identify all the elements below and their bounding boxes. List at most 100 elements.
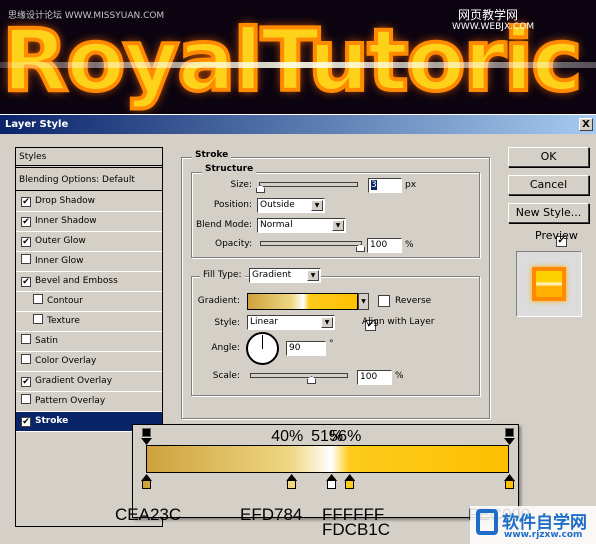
preview-swatch (532, 267, 566, 301)
opacity-label: Opacity: (215, 239, 252, 249)
size-label: Size: (230, 180, 252, 190)
style-select[interactable]: Linear ▼ (247, 315, 335, 330)
scale-label: Scale: (212, 371, 240, 381)
style-checkbox[interactable] (33, 294, 43, 304)
new-style-button[interactable]: New Style... (508, 203, 589, 223)
style-checkbox[interactable] (21, 394, 31, 404)
size-value: 3 (371, 180, 377, 190)
close-button[interactable]: X (579, 118, 593, 131)
opacity-value: 100 (370, 240, 388, 250)
fill-type-value: Gradient (252, 270, 292, 280)
style-checkbox[interactable]: ✔ (21, 237, 31, 247)
styles-header-label: Styles (19, 152, 47, 162)
style-item-label: Outer Glow (35, 236, 86, 246)
style-checkbox[interactable] (21, 334, 31, 344)
style-item-inner-shadow[interactable]: ✔ Inner Shadow (16, 212, 162, 232)
style-item-label: Pattern Overlay (35, 396, 106, 406)
style-item-label: Color Overlay (35, 356, 97, 366)
style-checkbox[interactable]: ✔ (21, 217, 31, 227)
watermark-url: www.rjzxw.com (504, 530, 583, 540)
color-stop[interactable] (286, 474, 298, 491)
scale-input[interactable]: 100 (357, 370, 392, 385)
style-item-gradient-overlay[interactable]: ✔ Gradient Overlay (16, 372, 162, 392)
scale-slider-thumb[interactable] (307, 376, 316, 384)
style-checkbox[interactable] (33, 314, 43, 324)
color-stop[interactable] (326, 474, 338, 491)
style-checkbox[interactable]: ✔ (21, 277, 31, 287)
color-hex-label: FDCB1C (322, 520, 391, 539)
stroke-title: Stroke (192, 150, 232, 160)
style-item-pattern-overlay[interactable]: Pattern Overlay (16, 392, 162, 412)
dialog-title: Layer Style (5, 119, 69, 130)
style-item-outer-glow[interactable]: ✔ Outer Glow (16, 232, 162, 252)
opacity-slider[interactable] (260, 241, 365, 252)
midpoint-label: 40% (271, 428, 304, 445)
gradient-label: Gradient: (197, 296, 240, 306)
blend-mode-select[interactable]: Normal ▼ (257, 218, 346, 233)
style-preview (516, 251, 582, 317)
styles-header[interactable]: Styles (16, 148, 162, 168)
opacity-stop[interactable] (504, 428, 515, 445)
style-checkbox[interactable]: ✔ (21, 197, 31, 207)
style-item-label: Texture (47, 316, 80, 326)
style-item-contour[interactable]: Contour (16, 292, 162, 312)
style-item-label: Stroke (35, 416, 69, 426)
style-item-label: Satin (35, 336, 58, 346)
color-stop[interactable] (344, 474, 356, 491)
chevron-down-icon: ▼ (311, 200, 323, 211)
fill-type-label: Fill Type: (200, 270, 245, 280)
style-item-label: Gradient Overlay (35, 376, 113, 386)
blend-mode-value: Normal (260, 220, 293, 230)
opacity-stop[interactable] (141, 428, 152, 445)
style-item-satin[interactable]: Satin (16, 332, 162, 352)
opacity-input[interactable]: 100 (367, 238, 402, 253)
style-item-label: Inner Glow (35, 256, 84, 266)
angle-input[interactable]: 90 (286, 341, 326, 356)
blending-options-item[interactable]: Blending Options: Default (16, 171, 162, 191)
angle-dial[interactable] (246, 332, 279, 365)
style-item-label: Contour (47, 296, 83, 306)
position-value: Outside (260, 200, 295, 210)
reverse-checkbox[interactable] (378, 295, 390, 307)
align-label: Align with Layer (362, 317, 435, 327)
gradient-picker-button[interactable]: ▼ (358, 293, 369, 310)
size-input[interactable]: 3 (368, 178, 402, 193)
position-select[interactable]: Outside ▼ (257, 198, 325, 213)
style-item-inner-glow[interactable]: Inner Glow (16, 252, 162, 272)
chevron-down-icon: ▼ (321, 317, 333, 328)
watermark-right: 网页教学网 (458, 8, 519, 22)
fill-type-select[interactable]: Gradient ▼ (249, 268, 321, 283)
angle-value: 90 (289, 343, 301, 353)
style-item-drop-shadow[interactable]: ✔ Drop Shadow (16, 192, 162, 212)
structure-title: Structure (202, 164, 257, 174)
dialog-titlebar: Layer Style X (0, 114, 596, 134)
watermark-right-url: WWW.WEBJX.COM (452, 22, 535, 32)
style-item-bevel-and-emboss[interactable]: ✔ Bevel and Emboss (16, 272, 162, 292)
style-item-color-overlay[interactable]: Color Overlay (16, 352, 162, 372)
style-item-label: Bevel and Emboss (35, 276, 118, 286)
watermark-mark (476, 509, 498, 535)
angle-needle (262, 335, 263, 349)
gradient-editor: 40% 51% 56% (132, 424, 519, 518)
color-stop[interactable] (141, 474, 152, 491)
angle-label: Angle: (211, 343, 240, 353)
gradient-bar[interactable] (146, 445, 509, 473)
angle-unit: ° (329, 339, 334, 349)
size-slider[interactable] (256, 182, 358, 193)
style-checkbox[interactable] (21, 354, 31, 364)
cancel-button[interactable]: Cancel (508, 175, 589, 195)
color-hex-label: EFD784 (240, 505, 303, 524)
color-stop[interactable] (504, 474, 515, 491)
chevron-down-icon: ▼ (307, 270, 319, 281)
ok-button[interactable]: OK (508, 147, 589, 167)
blending-options-label: Blending Options: Default (19, 175, 135, 185)
style-checkbox[interactable]: ✔ (21, 377, 31, 387)
style-item-texture[interactable]: Texture (16, 312, 162, 332)
watermark-logo: 软件自学网 www.rjzxw.com (470, 506, 596, 544)
scale-slider[interactable] (250, 373, 348, 384)
style-checkbox[interactable] (21, 254, 31, 264)
midpoint-label: 56% (329, 428, 362, 445)
style-checkbox[interactable]: ✔ (21, 417, 31, 427)
gradient-swatch[interactable] (247, 293, 358, 310)
size-unit: px (405, 180, 417, 190)
